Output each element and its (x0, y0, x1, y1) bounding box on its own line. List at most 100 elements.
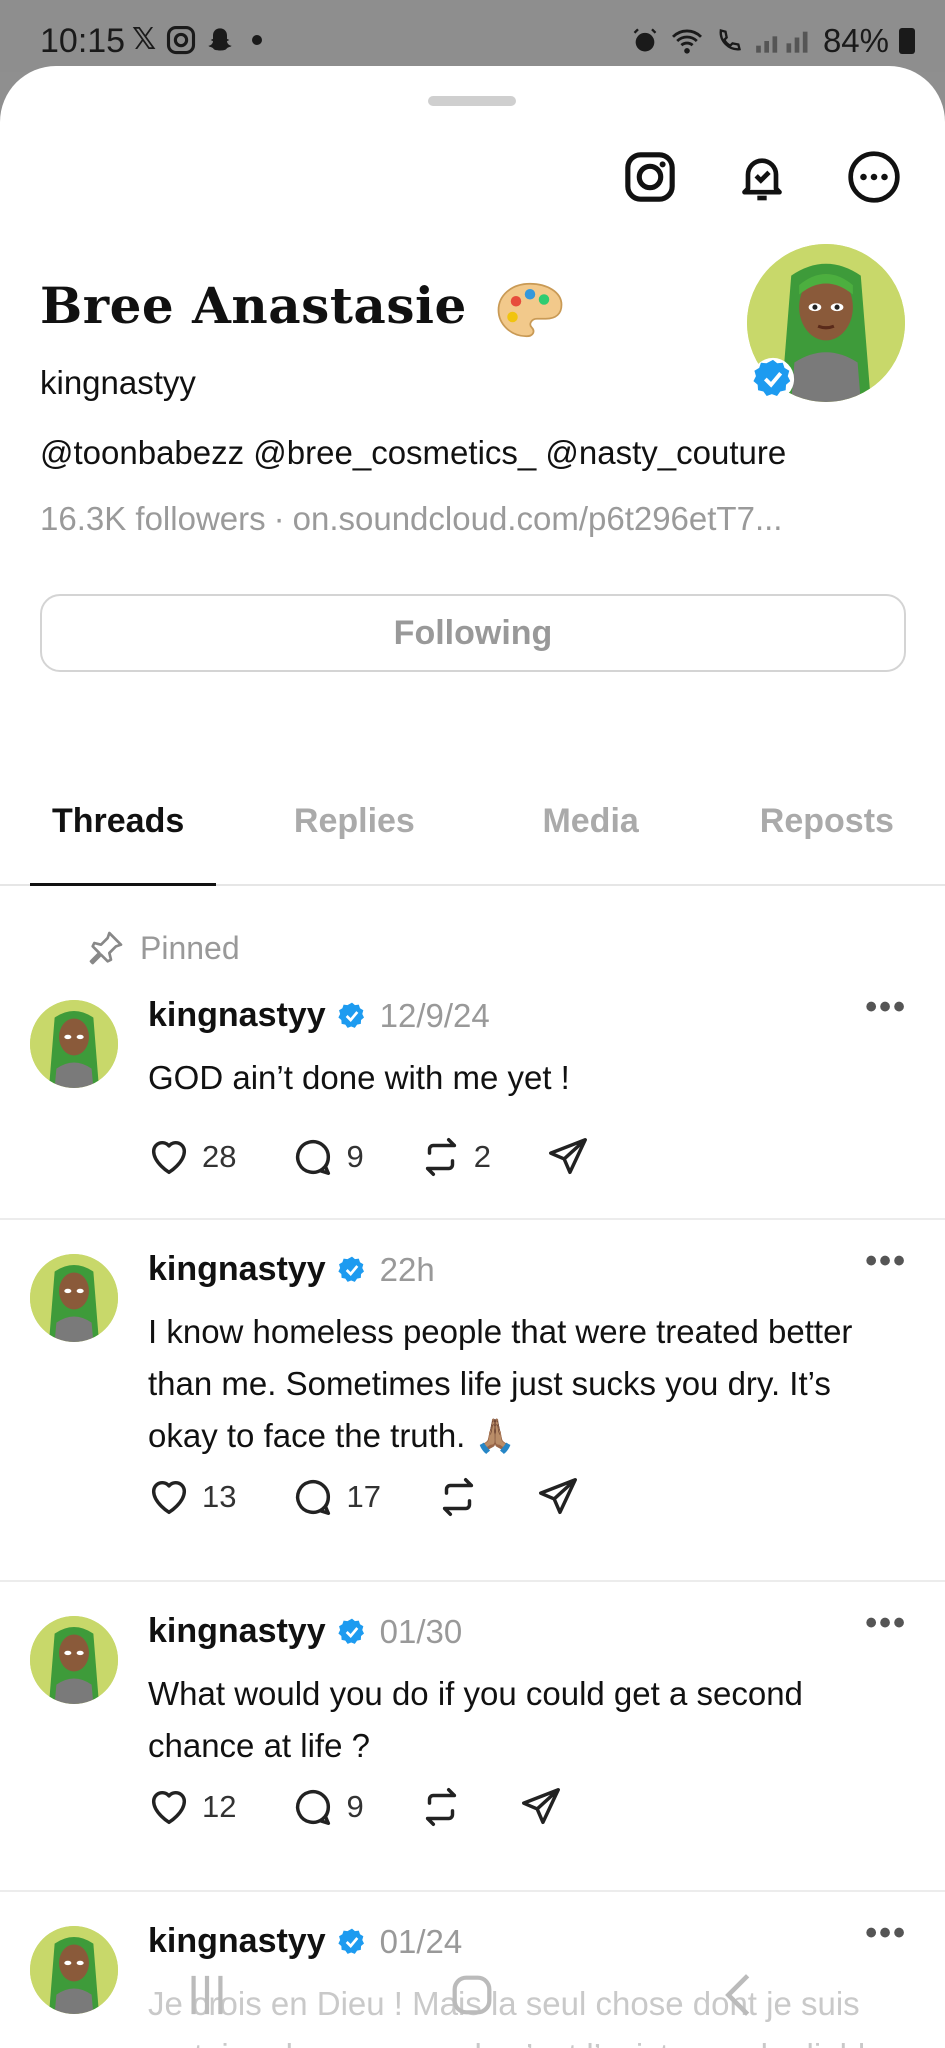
like-button[interactable]: 12 (146, 1784, 236, 1830)
following-button[interactable]: Following (40, 594, 906, 672)
reply-count: 9 (346, 1789, 364, 1824)
home-icon[interactable] (448, 1970, 496, 2020)
heart-icon (151, 1140, 187, 1175)
repost-count: 2 (473, 1139, 491, 1174)
like-count: 13 (202, 1479, 237, 1514)
thread-post[interactable]: kingnastyy 01/30 ••• What would you do i… (0, 1584, 945, 1892)
post-actions: 12 9 (146, 1784, 618, 1830)
reply-button[interactable]: 17 (290, 1474, 381, 1520)
comment-icon (296, 1789, 331, 1826)
reply-count: 9 (346, 1139, 364, 1174)
tab-replies[interactable]: Replies (236, 766, 472, 884)
more-circle-icon (848, 151, 900, 203)
pinned-indicator: Pinned (86, 928, 240, 968)
profile-bio[interactable]: @toonbabezz @bree_cosmetics_ @nasty_cout… (40, 434, 786, 472)
artist-palette-icon (497, 282, 563, 338)
snapchat-icon (208, 27, 232, 50)
post-username[interactable]: kingnastyy (148, 1612, 326, 1651)
post-header: kingnastyy 12/9/24 (148, 996, 490, 1035)
x-icon: 𝕏 (132, 23, 157, 56)
reply-button[interactable]: 9 (290, 1134, 364, 1180)
post-username[interactable]: kingnastyy (148, 1250, 326, 1289)
send-icon (538, 1478, 577, 1515)
separator-dot: · (273, 500, 285, 537)
profile-display-name: Bree Anastasie (40, 276, 467, 335)
post-header: kingnastyy 01/30 (148, 1612, 462, 1651)
battery-percent: 84% (822, 22, 889, 59)
status-right: 84% (631, 22, 915, 60)
instagram-button[interactable] (619, 146, 681, 208)
profile-link[interactable]: on.soundcloud.com/p6t296etT7... (293, 500, 783, 537)
post-more-button[interactable]: ••• (865, 1604, 907, 1643)
repost-button[interactable]: 2 (418, 1134, 491, 1180)
profile-meta: 16.3K followers · on.soundcloud.com/p6t296… (40, 500, 782, 538)
comment-icon (296, 1139, 331, 1176)
thread-post[interactable]: kingnastyy 22h ••• I know homeless peopl… (0, 1222, 945, 1582)
like-count: 12 (202, 1789, 237, 1824)
share-button[interactable] (535, 1474, 581, 1520)
repost-button[interactable] (435, 1474, 481, 1520)
verified-badge-icon (338, 1002, 364, 1028)
post-text: I know homeless people that were treated… (148, 1313, 853, 1454)
post-more-button[interactable]: ••• (865, 1914, 907, 1953)
heart-icon (151, 1790, 187, 1825)
status-time: 10:15 (40, 22, 126, 60)
post-more-button[interactable]: ••• (865, 1242, 907, 1281)
repost-button[interactable] (418, 1784, 464, 1830)
alarm-icon (633, 28, 657, 52)
profile-top-actions (619, 146, 905, 208)
heart-icon (151, 1480, 187, 1515)
comment-icon (296, 1479, 331, 1516)
more-options-button[interactable] (843, 146, 905, 208)
bell-check-icon (742, 158, 782, 201)
verified-badge-icon (338, 1618, 364, 1644)
instagram-icon (167, 25, 196, 54)
post-header: kingnastyy 22h (148, 1250, 435, 1289)
send-icon (549, 1138, 587, 1175)
avatar-illustration (30, 1616, 118, 1704)
profile-display-name-row: Bree Anastasie (40, 276, 565, 341)
battery-icon (899, 28, 915, 54)
thread-post[interactable]: Pinned kingnastyy 12/9/24 ••• GOD ain’t … (0, 888, 945, 1220)
like-button[interactable]: 13 (146, 1474, 236, 1520)
profile-sheet: Bree Anastasie kingnastyy @toonbabezz @b… (0, 66, 945, 2048)
recent-apps-icon[interactable] (184, 1970, 230, 2020)
share-button[interactable] (518, 1784, 564, 1830)
more-notifications-dot (252, 34, 263, 45)
notifications-button[interactable] (731, 146, 793, 208)
like-button[interactable]: 28 (146, 1134, 236, 1180)
avatar-illustration (30, 1254, 118, 1342)
profile-tabs: Threads Replies Media Reposts (0, 766, 945, 886)
tab-threads[interactable]: Threads (0, 766, 236, 886)
post-avatar[interactable] (30, 1616, 118, 1704)
back-icon[interactable] (718, 1970, 758, 2020)
post-time: 22h (379, 1250, 435, 1288)
call-icon (719, 29, 741, 51)
tab-reposts[interactable]: Reposts (709, 766, 945, 884)
like-count: 28 (202, 1139, 237, 1174)
notification-icons: 𝕏 (132, 22, 263, 57)
reply-count: 17 (346, 1479, 381, 1514)
send-icon (521, 1788, 560, 1825)
verified-badge-icon (338, 1256, 364, 1282)
reply-button[interactable]: 9 (290, 1784, 364, 1830)
post-time: 12/9/24 (379, 996, 490, 1034)
post-text: What would you do if you could get a sec… (148, 1675, 803, 1764)
pinned-label: Pinned (140, 929, 240, 966)
repost-icon (425, 1138, 456, 1176)
repost-icon (425, 1788, 456, 1826)
drag-handle[interactable] (428, 96, 516, 106)
repost-icon (442, 1478, 474, 1516)
status-bar: 10:15 𝕏 84% (0, 0, 945, 72)
followers-count[interactable]: 16.3K followers (40, 500, 266, 537)
post-more-button[interactable]: ••• (865, 988, 907, 1027)
post-username[interactable]: kingnastyy (148, 996, 326, 1035)
tab-media[interactable]: Media (473, 766, 709, 884)
profile-username: kingnastyy (40, 364, 196, 401)
share-button[interactable] (545, 1134, 591, 1180)
signal-icon (756, 31, 808, 53)
post-avatar[interactable] (30, 1000, 118, 1088)
system-nav-bar (0, 1950, 945, 2048)
post-actions: 28 9 2 (146, 1134, 645, 1180)
post-avatar[interactable] (30, 1254, 118, 1342)
